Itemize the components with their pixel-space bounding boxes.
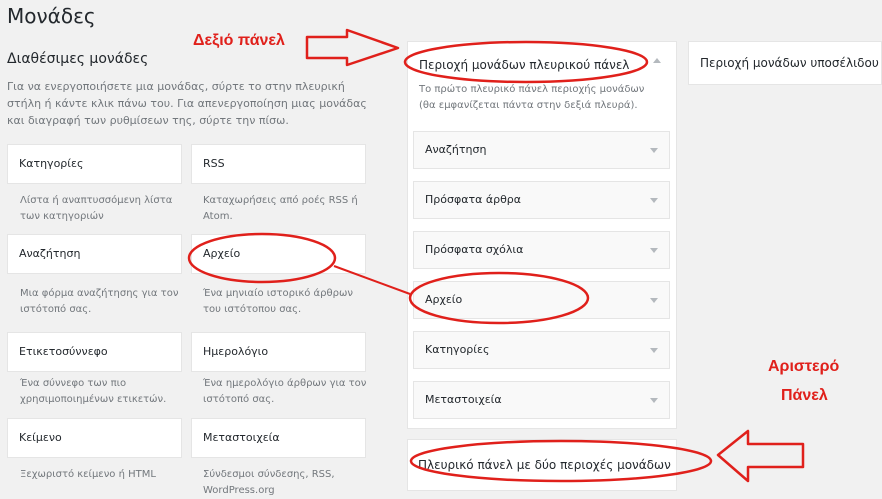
widget-calendar[interactable]: Ημερολόγιο [191, 332, 366, 372]
widget-archives[interactable]: Αρχείο [191, 234, 366, 274]
widget-rss[interactable]: RSS [191, 144, 366, 184]
sidebar-widget-recent-comments[interactable]: Πρόσφατα σχόλια [413, 231, 670, 269]
widget-title: Πρόσφατα σχόλια [425, 243, 524, 256]
widget-search[interactable]: Αναζήτηση [7, 234, 182, 274]
chevron-down-icon[interactable] [650, 348, 658, 353]
widget-title: Κατηγορίες [19, 157, 84, 170]
widget-title: Μεταστοιχεία [203, 431, 280, 444]
widget-text[interactable]: Κείμενο [7, 418, 182, 458]
widget-tag-cloud[interactable]: Ετικετοσύννεφο [7, 332, 182, 372]
chevron-down-icon[interactable] [650, 398, 658, 403]
widget-description: Ένα σύννεφο των πιο χρησιμοποιημένων ετι… [20, 378, 167, 405]
sidebar-widget-meta[interactable]: Μεταστοιχεία [413, 381, 670, 419]
chevron-down-icon[interactable] [650, 198, 658, 203]
widget-title: Κείμενο [19, 431, 62, 444]
sidebar-widget-recent-posts[interactable]: Πρόσφατα άρθρα [413, 181, 670, 219]
widget-title: Κατηγορίες [425, 343, 490, 356]
chevron-down-icon[interactable] [650, 148, 658, 153]
widget-description: Ένα μηνιαίο ιστορικό άρθρων του ιστότοπο… [203, 288, 353, 315]
annotation-right-panel: Δεξιό πάνελ [193, 32, 285, 49]
annotation-left-panel-line2: Πάνελ [781, 387, 828, 404]
arrow-left-icon [716, 429, 805, 483]
footer-area-title[interactable]: Περιοχή μονάδων υποσέλιδου [700, 56, 879, 70]
widget-description: Μια φόρμα αναζήτησης για τον ιστότοπό σα… [20, 288, 179, 315]
page-title: Μονάδες [7, 4, 96, 28]
sidebar2-title[interactable]: Πλευρικό πάνελ με δύο περιοχές μονάδων [418, 458, 671, 472]
sidebar-description: Το πρώτο πλευρικό πάνελ περιοχής μονάδων… [419, 84, 645, 111]
widget-description: Καταχωρήσεις από ροές RSS ή Atom. [203, 195, 358, 222]
widget-title: Αναζήτηση [19, 247, 81, 260]
chevron-down-icon[interactable] [650, 248, 658, 253]
available-widgets-title: Διαθέσιμες μονάδες [7, 51, 149, 67]
sidebar-widget-archives[interactable]: Αρχείο [413, 281, 670, 319]
widget-meta[interactable]: Μεταστοιχεία [191, 418, 366, 458]
widget-title: Ετικετοσύννεφο [19, 345, 108, 358]
chevron-down-icon[interactable] [650, 298, 658, 303]
widget-title: Μεταστοιχεία [425, 393, 502, 406]
widget-title: Αρχείο [425, 293, 463, 306]
arrow-right-icon [305, 28, 400, 67]
widget-title: Ημερολόγιο [203, 345, 269, 358]
available-widgets-description: Για να ενεργοποιήσετε μια μονάδας, σύρτε… [7, 80, 367, 127]
widget-title: Αρχείο [203, 247, 241, 260]
widget-title: Πρόσφατα άρθρα [425, 193, 522, 206]
collapse-arrow-icon[interactable] [653, 58, 661, 63]
sidebar-widget-categories[interactable]: Κατηγορίες [413, 331, 670, 369]
widget-title: Αναζήτηση [425, 143, 487, 156]
widget-categories[interactable]: Κατηγορίες [7, 144, 182, 184]
widget-description: Σύνδεσμοι σύνδεσης, RSS, WordPress.org [203, 469, 335, 496]
widget-description: Ξεχωριστό κείμενο ή HTML [20, 469, 156, 480]
widget-description: Ένα ημερολόγιο άρθρων για τον ιστότοπό σ… [203, 378, 367, 405]
sidebar-widget-search[interactable]: Αναζήτηση [413, 131, 670, 169]
widget-description: Λίστα ή αναπτυσσόμενη λίστα των κατηγορι… [20, 195, 173, 222]
sidebar-title[interactable]: Περιοχή μονάδων πλευρικού πάνελ [419, 58, 629, 72]
widget-title: RSS [203, 157, 225, 170]
annotation-left-panel-line1: Αριστερό [768, 358, 840, 375]
